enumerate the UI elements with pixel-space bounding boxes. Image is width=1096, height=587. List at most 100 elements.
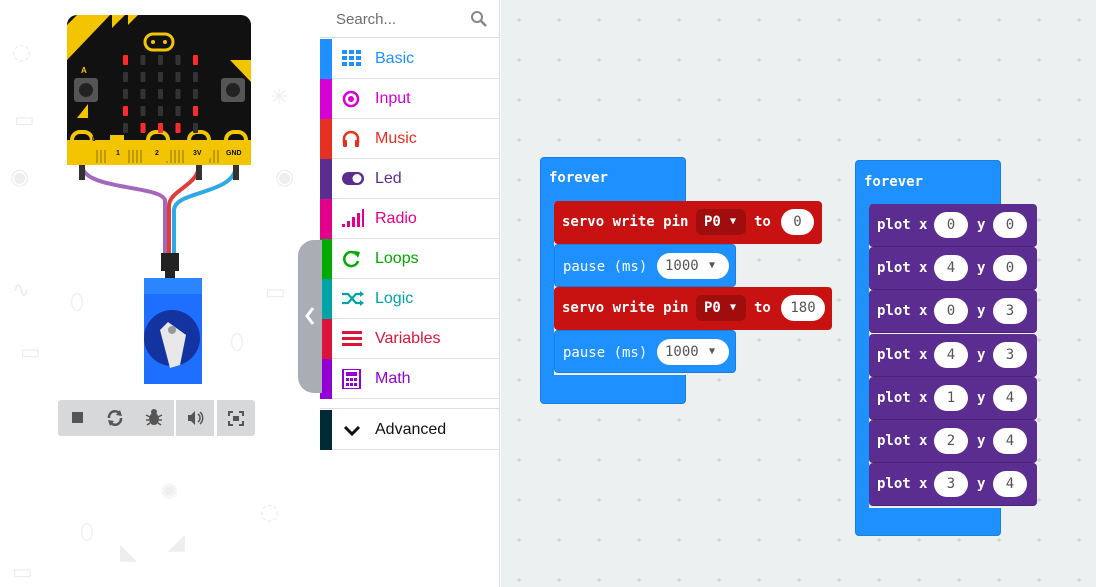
y-label: y xyxy=(977,303,986,320)
background-pattern: ▭ xyxy=(12,560,33,585)
pause-block[interactable]: pause (ms) 1000 ▼ xyxy=(554,244,736,287)
x-input[interactable]: 1 xyxy=(934,384,968,411)
to-label: to xyxy=(754,300,771,316)
y-input[interactable]: 4 xyxy=(993,428,1027,454)
button-a[interactable] xyxy=(74,78,98,102)
plot-block[interactable]: plot x 0 y 3 xyxy=(869,290,1037,334)
category-label: Basic xyxy=(375,50,415,67)
y-input[interactable]: 3 xyxy=(993,341,1027,368)
led-off xyxy=(175,106,181,116)
x-input[interactable]: 2 xyxy=(934,428,968,454)
plot-label: plot xyxy=(877,433,911,449)
category-music[interactable]: Music xyxy=(320,119,500,159)
stop-button[interactable] xyxy=(58,400,96,436)
led-off xyxy=(175,89,181,99)
y-label: y xyxy=(977,389,986,406)
search-box xyxy=(320,0,500,38)
x-input[interactable]: 4 xyxy=(934,255,968,282)
pin-dropdown[interactable]: P0 ▼ xyxy=(696,295,746,321)
plot-label: plot xyxy=(877,260,911,277)
pause-value: 1000 xyxy=(665,258,699,274)
blocks-workspace[interactable]: forever servo write pin P0 ▼ to 0 pause (… xyxy=(501,0,1096,587)
pin-dropdown[interactable]: P0 ▼ xyxy=(696,209,746,235)
category-variables[interactable]: Variables xyxy=(320,319,500,359)
search-icon[interactable] xyxy=(470,10,488,28)
plot-label: plot xyxy=(877,389,911,406)
signal-bars-icon xyxy=(342,209,364,227)
angle-input[interactable]: 0 xyxy=(781,209,814,235)
collapse-simulator-button[interactable] xyxy=(298,240,322,393)
servo-write-block[interactable]: servo write pin P0 ▼ to 180 xyxy=(554,287,832,330)
pause-duration-dropdown[interactable]: 1000 ▼ xyxy=(657,253,729,279)
shuffle-icon xyxy=(342,291,364,306)
y-label: y xyxy=(977,217,986,233)
fullscreen-button[interactable] xyxy=(217,400,255,436)
plot-block[interactable]: plot x 2 y 4 xyxy=(869,420,1037,463)
y-input[interactable]: 4 xyxy=(993,384,1027,411)
plot-block[interactable]: plot x 1 y 4 xyxy=(869,376,1037,420)
category-color-bar xyxy=(320,119,332,159)
plot-block[interactable]: plot x 3 y 4 xyxy=(869,463,1037,507)
stop-icon xyxy=(72,412,83,423)
category-basic[interactable]: Basic xyxy=(320,39,500,79)
category-led[interactable]: Led xyxy=(320,159,500,199)
led-off xyxy=(175,72,181,82)
category-loops[interactable]: Loops xyxy=(320,239,500,279)
simulator-controls xyxy=(58,400,255,436)
chevron-down-icon xyxy=(343,425,361,437)
fullscreen-icon xyxy=(228,411,244,426)
led-off xyxy=(158,89,163,99)
background-pattern: ✺ xyxy=(160,480,179,505)
servo-write-block[interactable]: servo write pin P0 ▼ to 0 xyxy=(554,201,822,244)
led-off xyxy=(158,106,163,116)
pin-label: 0 xyxy=(92,136,96,143)
category-color-bar xyxy=(320,410,332,450)
button-b[interactable] xyxy=(221,78,245,102)
y-input[interactable]: 3 xyxy=(993,298,1027,325)
debug-button[interactable] xyxy=(135,400,173,436)
x-label: x xyxy=(919,346,928,363)
category-advanced[interactable]: Advanced xyxy=(320,410,500,450)
x-input[interactable]: 0 xyxy=(934,212,968,238)
category-input[interactable]: Input xyxy=(320,79,500,119)
category-radio[interactable]: Radio xyxy=(320,199,500,239)
led-on xyxy=(193,55,198,65)
pause-duration-dropdown[interactable]: 1000 ▼ xyxy=(657,339,729,365)
category-label: Logic xyxy=(375,290,414,307)
toggle-icon xyxy=(342,172,364,185)
category-label: Advanced xyxy=(375,421,447,438)
grid-icon xyxy=(342,50,361,66)
sound-button[interactable] xyxy=(176,400,214,436)
x-input[interactable]: 0 xyxy=(934,298,968,325)
forever-block[interactable]: forever servo write pin P0 ▼ to 0 pause (… xyxy=(540,157,832,404)
plot-block[interactable]: plot x 0 y 0 xyxy=(869,204,1037,247)
category-label: Led xyxy=(375,170,402,187)
category-label: Math xyxy=(375,370,411,387)
y-input[interactable]: 4 xyxy=(993,471,1027,498)
pin-label: 3V xyxy=(193,150,202,157)
y-input[interactable]: 0 xyxy=(993,212,1027,238)
x-input[interactable]: 3 xyxy=(934,471,968,498)
restart-button[interactable] xyxy=(96,400,134,436)
chevron-left-icon xyxy=(305,307,315,325)
pause-value: 1000 xyxy=(665,344,699,360)
angle-input[interactable]: 180 xyxy=(781,295,825,321)
restart-icon xyxy=(107,410,123,426)
category-label: Music xyxy=(375,130,417,147)
headphones-icon xyxy=(342,130,360,147)
forever-block[interactable]: forever plot x 0 y 0 plot x 4 y 0 plot x… xyxy=(855,160,1037,536)
y-input[interactable]: 0 xyxy=(993,255,1027,282)
x-label: x xyxy=(919,260,928,277)
pause-block[interactable]: pause (ms) 1000 ▼ xyxy=(554,330,736,373)
led-on xyxy=(158,123,163,133)
x-input[interactable]: 4 xyxy=(934,341,968,368)
category-logic[interactable]: Logic xyxy=(320,279,500,319)
plot-block[interactable]: plot x 4 y 0 xyxy=(869,247,1037,291)
background-pattern: ⬯ xyxy=(80,520,94,545)
toolbox: Basic Input Music Led Radio Loops Logic … xyxy=(320,0,500,587)
led-off xyxy=(158,55,163,65)
plot-label: plot xyxy=(877,346,911,363)
category-math[interactable]: Math xyxy=(320,359,500,399)
plot-block[interactable]: plot x 4 y 3 xyxy=(869,333,1037,377)
radio-button-icon xyxy=(342,90,360,108)
